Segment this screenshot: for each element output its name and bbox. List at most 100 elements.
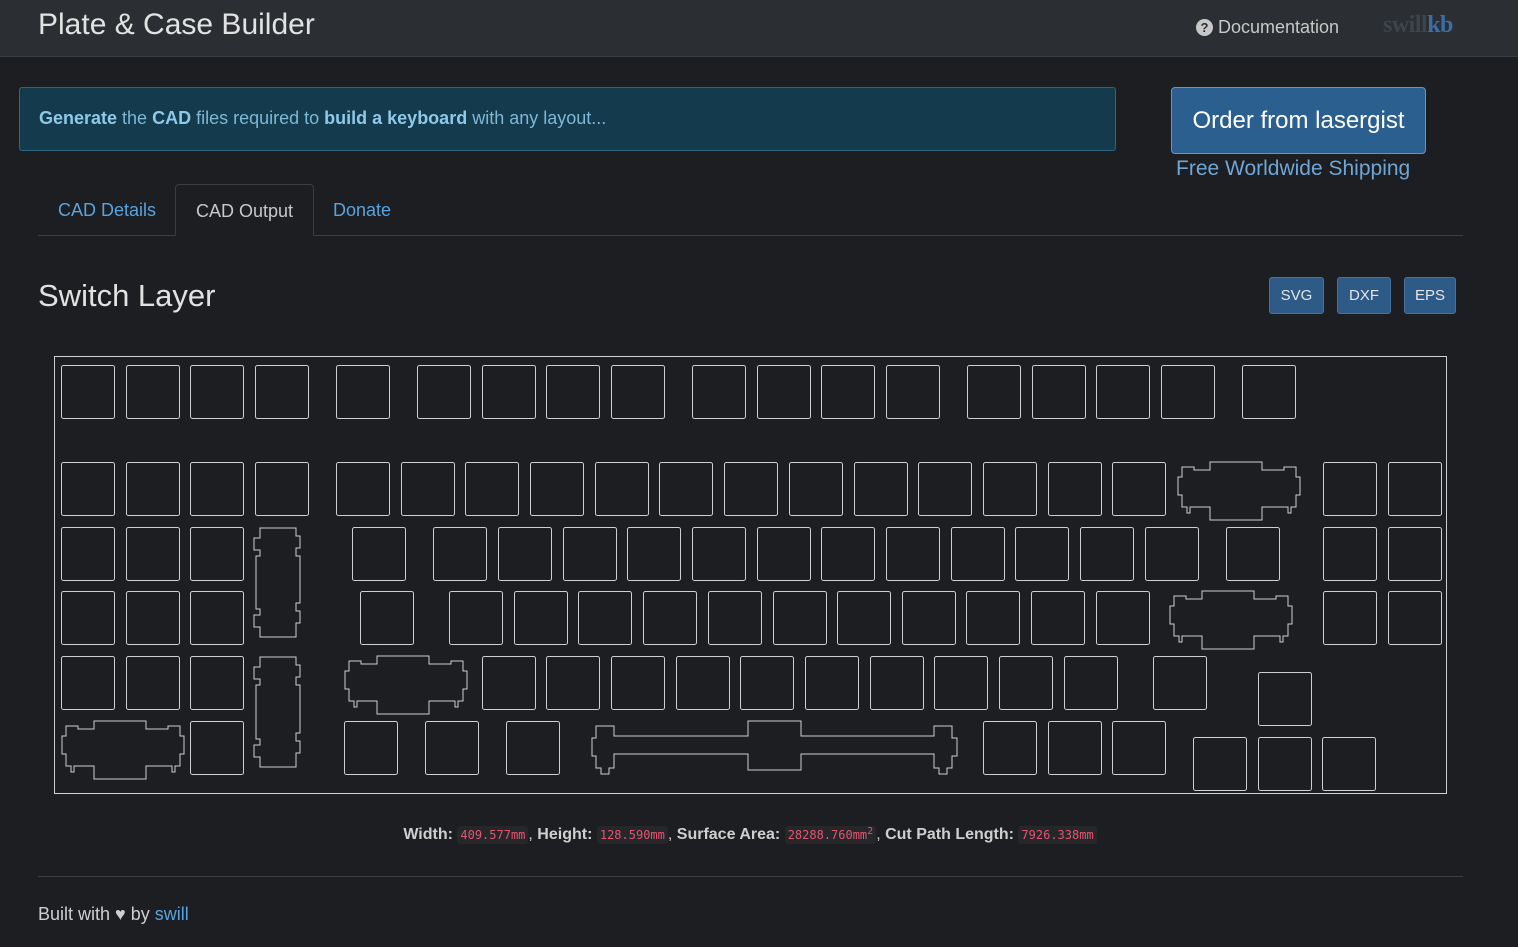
banner-text-3: with any layout... xyxy=(467,108,607,128)
app-title[interactable]: Plate & Case Builder xyxy=(38,8,315,42)
switch-cutout-85 xyxy=(870,656,924,710)
tab-bar: CAD Details CAD Output Donate xyxy=(38,184,1463,236)
switch-cutout-68 xyxy=(837,591,891,645)
switch-cutout-42 xyxy=(433,527,487,581)
width-value: 409.577mm xyxy=(457,826,529,844)
switch-cutout-6 xyxy=(482,365,536,419)
switch-cutout-40 xyxy=(190,527,244,581)
switch-cutout-47 xyxy=(757,527,811,581)
order-lasergist-button[interactable]: Order from lasergist xyxy=(1171,87,1426,154)
switch-cutout-89 xyxy=(1153,656,1207,710)
documentation-link[interactable]: ? Documentation xyxy=(1196,17,1339,38)
switch-cutout-34 xyxy=(1112,462,1166,516)
stabilized-cutout-100 xyxy=(61,720,185,780)
switch-cutout-94 xyxy=(344,721,398,775)
switch-cutout-10 xyxy=(757,365,811,419)
switch-cutout-83 xyxy=(740,656,794,710)
switch-cutout-52 xyxy=(1080,527,1134,581)
switch-cutout-16 xyxy=(1161,365,1215,419)
switch-cutout-44 xyxy=(563,527,617,581)
switch-cutout-50 xyxy=(951,527,1005,581)
switch-cutout-20 xyxy=(190,462,244,516)
cut-label: Cut Path Length: xyxy=(885,826,1014,843)
switch-cutout-23 xyxy=(401,462,455,516)
download-svg-button[interactable]: SVG xyxy=(1269,277,1324,314)
brand-part-1: swill xyxy=(1383,12,1428,38)
switch-cutout-70 xyxy=(966,591,1020,645)
switch-cutout-98 xyxy=(1048,721,1102,775)
info-banner: Generate the CAD files required to build… xyxy=(19,87,1116,151)
switch-cutout-65 xyxy=(643,591,697,645)
switch-cutout-56 xyxy=(1388,527,1442,581)
top-navbar: Plate & Case Builder ? Documentation swi… xyxy=(0,0,1518,57)
height-value: 128.590mm xyxy=(596,826,668,844)
switch-cutout-82 xyxy=(676,656,730,710)
switch-cutout-38 xyxy=(61,527,115,581)
switch-cutout-63 xyxy=(514,591,568,645)
switch-cutout-71 xyxy=(1031,591,1085,645)
switch-cutout-96 xyxy=(506,721,560,775)
switch-cutout-60 xyxy=(190,591,244,645)
switch-cutout-26 xyxy=(595,462,649,516)
switch-cutout-2 xyxy=(190,365,244,419)
switch-cutout-73 xyxy=(1323,591,1377,645)
switch-cutout-72 xyxy=(1096,591,1150,645)
banner-text-2: files required to xyxy=(191,108,325,128)
switch-cutout-29 xyxy=(789,462,843,516)
switch-cutout-92 xyxy=(1258,672,1312,726)
switch-cutout-24 xyxy=(465,462,519,516)
author-link[interactable]: swill xyxy=(155,904,189,924)
switch-cutout-77 xyxy=(126,656,180,710)
tab-cad-details[interactable]: CAD Details xyxy=(38,184,176,236)
switch-cutout-3 xyxy=(255,365,309,419)
spacebar-cutout xyxy=(591,720,958,775)
switch-cutout-30 xyxy=(854,462,908,516)
switch-cutout-0 xyxy=(61,365,115,419)
switch-cutout-51 xyxy=(1015,527,1069,581)
switch-cutout-25 xyxy=(530,462,584,516)
switch-cutout-69 xyxy=(902,591,956,645)
by-text: by xyxy=(130,904,150,924)
brand-part-2: kb xyxy=(1427,12,1453,38)
switch-cutout-64 xyxy=(578,591,632,645)
area-value: 28288.760mm2 xyxy=(784,826,877,844)
switch-cutout-58 xyxy=(61,591,115,645)
switch-cutout-61 xyxy=(360,591,414,645)
banner-text-1: the xyxy=(117,108,153,128)
download-eps-button[interactable]: EPS xyxy=(1404,277,1456,314)
banner-word-generate: Generate xyxy=(39,108,118,128)
switch-cutout-80 xyxy=(546,656,600,710)
question-circle-icon: ? xyxy=(1196,19,1213,36)
brand-logo[interactable]: swillkb xyxy=(1383,12,1453,39)
footer-divider xyxy=(38,876,1463,877)
switch-cutout-101 xyxy=(1193,737,1247,791)
switch-cutout-97 xyxy=(983,721,1037,775)
switch-cutout-81 xyxy=(611,656,665,710)
switch-cutout-13 xyxy=(967,365,1021,419)
switch-cutout-93 xyxy=(190,721,244,775)
switch-cutout-8 xyxy=(611,365,665,419)
switch-cutout-12 xyxy=(886,365,940,419)
switch-cutout-1 xyxy=(126,365,180,419)
switch-cutout-49 xyxy=(886,527,940,581)
switch-cutout-19 xyxy=(126,462,180,516)
heart-icon: ♥ xyxy=(115,904,126,924)
switch-cutout-39 xyxy=(126,527,180,581)
switch-cutout-87 xyxy=(999,656,1053,710)
shipping-note[interactable]: Free Worldwide Shipping xyxy=(1176,157,1410,181)
switch-cutout-88 xyxy=(1064,656,1118,710)
switch-cutout-46 xyxy=(692,527,746,581)
built-with-text: Built with xyxy=(38,904,111,924)
switch-cutout-67 xyxy=(773,591,827,645)
switch-cutout-86 xyxy=(934,656,988,710)
switch-cutout-45 xyxy=(627,527,681,581)
download-dxf-button[interactable]: DXF xyxy=(1337,277,1391,314)
banner-word-build: build a keyboard xyxy=(324,108,468,128)
tab-cad-output[interactable]: CAD Output xyxy=(175,184,315,236)
switch-cutout-14 xyxy=(1032,365,1086,419)
switch-cutout-99 xyxy=(1112,721,1166,775)
tab-donate[interactable]: Donate xyxy=(313,184,411,236)
switch-cutout-36 xyxy=(1388,462,1442,516)
switch-cutout-43 xyxy=(498,527,552,581)
switch-cutout-33 xyxy=(1048,462,1102,516)
